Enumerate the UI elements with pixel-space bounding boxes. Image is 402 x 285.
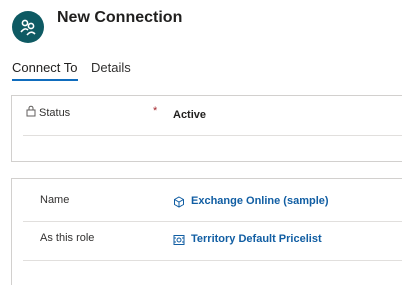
required-indicator: * [153, 105, 158, 117]
connection-icon [20, 19, 36, 36]
role-value: Territory Default Pricelist [191, 233, 322, 245]
tab-connect-to[interactable]: Connect To [12, 60, 78, 81]
status-label: Status [39, 107, 71, 119]
pricelist-icon [173, 235, 185, 245]
name-value: Exchange Online (sample) [191, 195, 329, 207]
cube-icon [174, 196, 184, 208]
lock-icon [26, 105, 36, 117]
connection-section: Name Exchange Online (sample) As this ro… [11, 178, 402, 285]
entity-avatar [12, 11, 44, 43]
name-label: Name [40, 194, 70, 206]
name-row: Name Exchange Online (sample) [23, 179, 402, 222]
status-row: Status * Active [23, 96, 402, 136]
status-section: Status * Active [11, 95, 402, 162]
form-header: New Connection [12, 6, 402, 46]
role-row: As this role Territory Default Pricelist [23, 221, 402, 261]
role-label: As this role [40, 232, 95, 244]
status-value[interactable]: Active [173, 109, 206, 121]
page-title: New Connection [57, 9, 183, 26]
tab-details[interactable]: Details [91, 60, 131, 75]
